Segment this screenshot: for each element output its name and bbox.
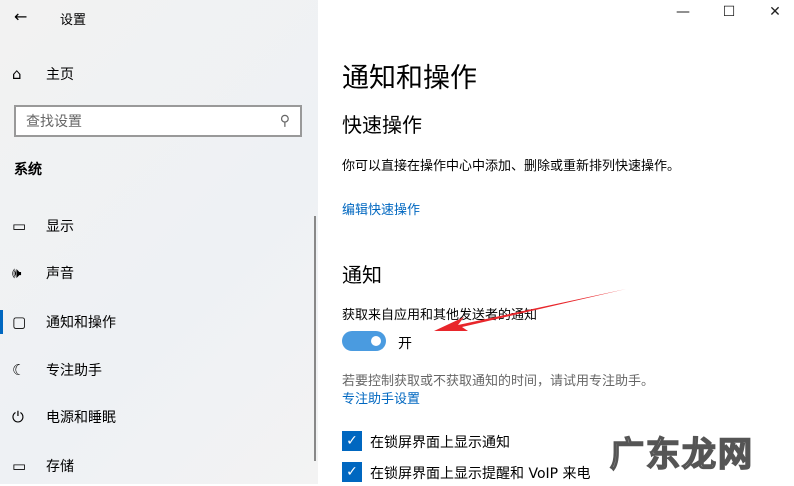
home-icon: ⌂ bbox=[12, 65, 22, 83]
sidebar-item-storage[interactable]: ▭ 存储 bbox=[0, 446, 318, 486]
search-placeholder: 查找设置 bbox=[26, 114, 82, 130]
checkbox-label: 在锁屏界面上显示通知 bbox=[370, 435, 510, 451]
watermark: 广东龙网 bbox=[609, 434, 754, 476]
sidebar-item-display[interactable]: ▭ 显示 bbox=[0, 206, 318, 246]
scrollbar[interactable] bbox=[314, 216, 316, 461]
sidebar-item-power[interactable]: ⏻ 电源和睡眠 bbox=[0, 397, 318, 437]
label: 显示 bbox=[46, 219, 74, 235]
section-heading: 系统 bbox=[14, 162, 42, 178]
red-arrow-annotation bbox=[434, 289, 626, 331]
focus-desc: 若要控制获取或不获取通知的时间，请试用专注助手。 bbox=[342, 374, 655, 389]
checkbox-label: 在锁屏界面上显示提醒和 VoIP 来电 bbox=[370, 466, 591, 482]
search-input[interactable]: 查找设置 ⚲ bbox=[14, 105, 302, 137]
quick-actions-heading: 快速操作 bbox=[342, 113, 422, 137]
sidebar: ← 设置 ⌂ 主页 查找设置 ⚲ 系统 ▭ 显示 🕪 声音 ▢ 通知和操作 ☾ 专注助手 ⏻… bbox=[0, 0, 318, 484]
speaker-icon: 🕪 bbox=[12, 264, 22, 282]
notifications-toggle[interactable] bbox=[342, 331, 386, 351]
storage-icon: ▭ bbox=[12, 457, 27, 475]
label: 电源和睡眠 bbox=[46, 410, 116, 426]
quick-actions-desc: 你可以直接在操作中心中添加、删除或重新排列快速操作。 bbox=[342, 159, 681, 174]
power-icon: ⏻ bbox=[12, 408, 24, 426]
sidebar-item-sound[interactable]: 🕪 声音 bbox=[0, 253, 318, 293]
back-button[interactable]: ← bbox=[14, 7, 27, 26]
checkbox-lock-notifications[interactable]: ✓ bbox=[342, 431, 362, 451]
focus-assist-link[interactable]: 专注助手设置 bbox=[342, 388, 420, 407]
sidebar-item-focus[interactable]: ☾ 专注助手 bbox=[0, 350, 318, 390]
maximize-button[interactable]: ☐ bbox=[706, 4, 752, 20]
moon-icon: ☾ bbox=[12, 361, 26, 379]
close-button[interactable]: ✕ bbox=[752, 4, 794, 20]
edit-quick-actions-link[interactable]: 编辑快速操作 bbox=[342, 199, 420, 218]
label: 通知和操作 bbox=[46, 315, 116, 331]
content: — ☐ ✕ 通知和操作 快速操作 你可以直接在操作中心中添加、删除或重新排列快速… bbox=[318, 0, 794, 484]
label: 专注助手 bbox=[46, 363, 102, 379]
notifications-heading: 通知 bbox=[342, 263, 382, 287]
sidebar-item-notifications[interactable]: ▢ 通知和操作 bbox=[0, 302, 318, 342]
home-label: 主页 bbox=[46, 67, 74, 83]
sidebar-item-home[interactable]: ⌂ 主页 bbox=[0, 54, 318, 94]
minimize-button[interactable]: — bbox=[660, 4, 706, 20]
window-title: 设置 bbox=[60, 13, 87, 28]
checkbox-lock-reminders[interactable]: ✓ bbox=[342, 462, 362, 482]
selected-indicator bbox=[0, 310, 3, 334]
label: 存储 bbox=[46, 459, 74, 475]
page-title: 通知和操作 bbox=[342, 63, 477, 94]
search-icon: ⚲ bbox=[279, 113, 290, 129]
label: 声音 bbox=[46, 266, 74, 282]
monitor-icon: ▭ bbox=[12, 217, 27, 235]
toggle-state: 开 bbox=[398, 336, 412, 352]
message-icon: ▢ bbox=[12, 313, 27, 331]
